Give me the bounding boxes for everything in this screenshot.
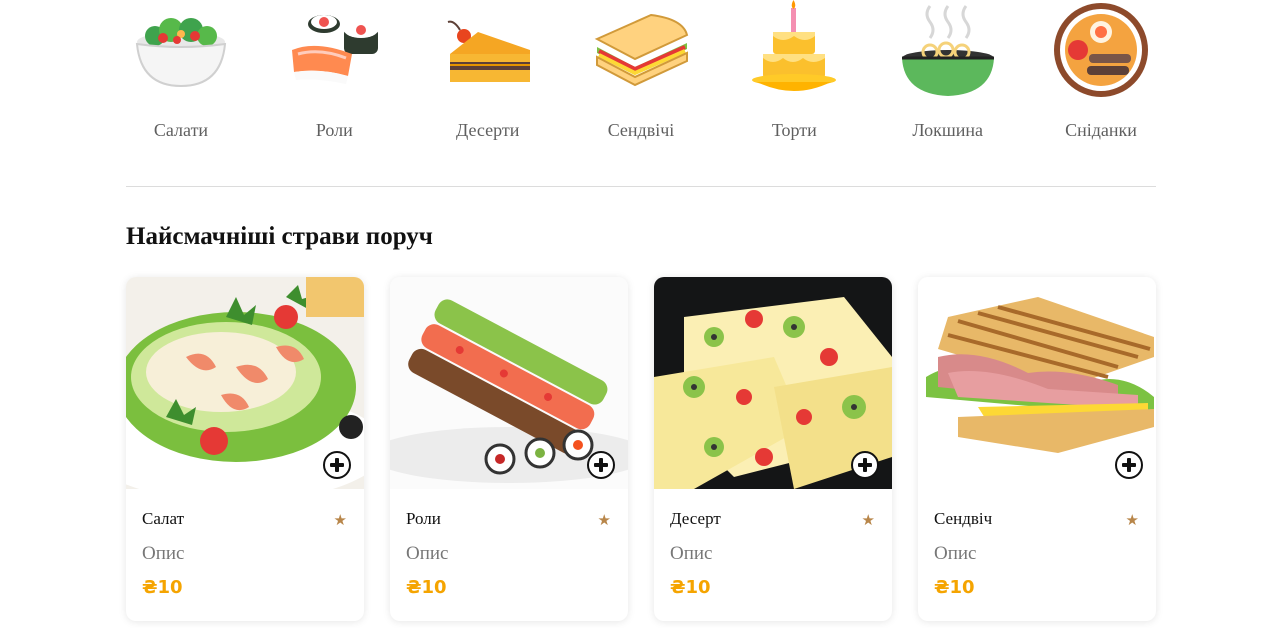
plus-icon [594,458,608,472]
page-container: Салати Роли Десерти Сендвічі Торти Локши… [126,0,1156,621]
product-name: Сендвіч [934,509,993,528]
plus-icon [1122,458,1136,472]
add-to-cart-button[interactable] [1115,451,1143,479]
star-icon[interactable]: ★ [1126,511,1139,529]
product-grid: Салат ★ Опис ₴10 Роли ★ Опис ₴10 Десерт … [126,277,1156,621]
category-label: Роли [315,120,353,140]
card-body: Десерт ★ Опис ₴10 [654,489,892,598]
card-body: Роли ★ Опис ₴10 [390,489,628,598]
sushi-roll-icon [284,0,384,100]
add-to-cart-button[interactable] [587,451,615,479]
card-body: Сендвіч ★ Опис ₴10 [918,489,1156,598]
category-label: Сніданки [1065,120,1137,140]
birthday-cake-icon [744,0,844,100]
category-label: Торти [771,120,817,140]
star-icon[interactable]: ★ [598,511,611,529]
star-icon[interactable]: ★ [334,511,347,529]
category-label: Локшина [912,120,983,140]
plus-icon [858,458,872,472]
product-description: Опис [406,543,449,564]
product-card-rolls[interactable]: Роли ★ Опис ₴10 [390,277,628,621]
category-breakfast[interactable]: Сніданки [1046,0,1156,160]
category-desserts[interactable]: Десерти [433,0,543,160]
add-to-cart-button[interactable] [851,451,879,479]
product-card-salad[interactable]: Салат ★ Опис ₴10 [126,277,364,621]
category-salads[interactable]: Салати [126,0,236,160]
product-name: Десерт [670,509,721,528]
category-rolls[interactable]: Роли [279,0,389,160]
product-price: ₴10 [406,577,447,598]
cake-slice-icon [438,0,538,100]
product-price: ₴10 [934,577,975,598]
salad-bowl-icon [131,0,231,100]
category-sandwiches[interactable]: Сендвічі [586,0,696,160]
category-label: Сендвічі [607,120,675,140]
product-image-dessert [654,277,892,489]
star-icon[interactable]: ★ [862,511,875,529]
divider [126,186,1156,187]
product-price: ₴10 [142,577,183,598]
category-label: Десерти [455,120,520,140]
noodle-bowl-icon [898,0,998,100]
product-card-dessert[interactable]: Десерт ★ Опис ₴10 [654,277,892,621]
product-name: Роли [406,509,441,528]
section-title: Найсмачніші страви поруч [126,223,433,250]
card-body: Салат ★ Опис ₴10 [126,489,364,598]
product-description: Опис [934,543,977,564]
product-image-rolls [390,277,628,489]
product-description: Опис [142,543,185,564]
product-price: ₴10 [670,577,711,598]
category-bar: Салати Роли Десерти Сендвічі Торти Локши… [126,0,1156,160]
sandwich-icon [591,0,691,100]
product-card-sandwich[interactable]: Сендвіч ★ Опис ₴10 [918,277,1156,621]
product-description: Опис [670,543,713,564]
category-noodles[interactable]: Локшина [893,0,1003,160]
plus-icon [330,458,344,472]
category-label: Салати [153,120,209,140]
breakfast-plate-icon [1051,0,1151,100]
category-cakes[interactable]: Торти [739,0,849,160]
product-image-salad [126,277,364,489]
product-name: Салат [142,509,185,528]
product-image-sandwich [918,277,1156,489]
add-to-cart-button[interactable] [323,451,351,479]
